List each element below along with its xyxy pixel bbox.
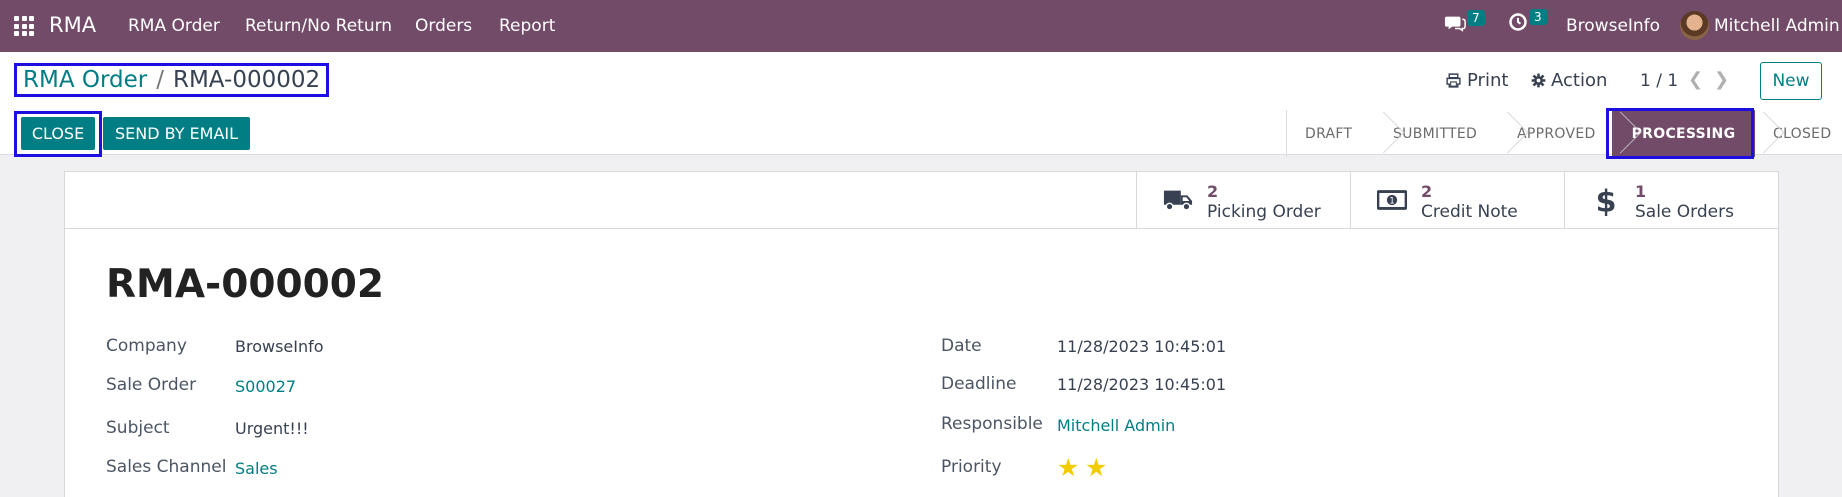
app-name[interactable]: RMA [49,13,96,37]
field-company[interactable]: BrowseInfo [235,337,324,356]
credit-note-label: Credit Note [1421,202,1518,222]
stage-approved[interactable]: APPROVED [1499,110,1612,157]
field-deadline[interactable]: 11/28/2023 10:45:01 [1057,375,1226,394]
close-button[interactable]: CLOSE [21,117,95,150]
apps-grid-icon[interactable] [14,16,34,36]
top-navbar: RMA RMA Order Return/No Return Orders Re… [0,0,1842,52]
field-label-responsible: Responsible [941,414,1043,434]
svg-text:$: $ [1596,184,1617,216]
menu-return-no-return[interactable]: Return/No Return [245,16,392,36]
messages-button[interactable]: 7 [1444,10,1485,34]
menu-orders[interactable]: Orders [415,16,472,36]
menu-report[interactable]: Report [499,16,555,36]
clock-icon [1509,13,1527,31]
sale-orders-count: 1 [1635,182,1647,201]
smart-button-box: 2 Picking Order 1 2 Credit Note $ 1 Sale… [65,172,1778,229]
new-button[interactable]: New [1760,62,1822,100]
action-button[interactable]: Action [1531,70,1607,91]
svg-text:1: 1 [1389,195,1394,205]
company-switcher[interactable]: BrowseInfo [1566,16,1660,36]
sale-orders-label: Sale Orders [1635,202,1734,222]
breadcrumb: RMA Order / RMA-000002 [14,63,330,97]
field-label-subject: Subject [106,418,170,438]
control-panel: RMA Order / RMA-000002 Print Action 1 / … [0,52,1842,159]
form-sheet: 2 Picking Order 1 2 Credit Note $ 1 Sale… [64,171,1779,497]
picking-order-count: 2 [1207,182,1219,201]
record-title: RMA-000002 [106,262,385,307]
field-sales-channel[interactable]: Sales [235,459,278,478]
field-sale-order[interactable]: S00027 [235,377,296,396]
chevron-right-icon[interactable]: ❯ [1714,69,1729,90]
money-icon: 1 [1377,190,1407,210]
breadcrumb-parent[interactable]: RMA Order [23,67,147,93]
print-button[interactable]: Print [1445,70,1508,91]
field-label-sales-channel: Sales Channel [106,457,227,477]
field-label-company: Company [106,336,187,356]
stage-draft[interactable]: DRAFT [1287,110,1375,157]
priority-star-icon[interactable]: ★ [1085,453,1107,482]
field-subject[interactable]: Urgent!!! [235,419,309,438]
activities-badge: 3 [1529,9,1547,25]
chevron-left-icon[interactable]: ❮ [1688,69,1703,90]
stage-closed[interactable]: CLOSED [1755,110,1831,157]
print-icon [1446,73,1461,88]
field-label-deadline: Deadline [941,374,1017,394]
chat-icon [1444,16,1466,32]
messages-badge: 7 [1467,10,1485,26]
avatar[interactable] [1680,11,1709,40]
picking-order-button[interactable]: 2 Picking Order [1136,172,1350,228]
dollar-icon: $ [1596,184,1617,216]
breadcrumb-current: RMA-000002 [172,67,321,93]
stage-submitted[interactable]: SUBMITTED [1375,110,1499,157]
sale-orders-button[interactable]: $ 1 Sale Orders [1564,172,1778,228]
field-label-priority: Priority [941,457,1002,477]
status-highlight [1606,108,1754,159]
field-date[interactable]: 11/28/2023 10:45:01 [1057,337,1226,356]
credit-note-button[interactable]: 1 2 Credit Note [1350,172,1564,228]
field-label-sale-order: Sale Order [106,375,197,395]
field-label-date: Date [941,336,982,356]
print-label: Print [1467,70,1509,91]
gear-icon [1531,73,1546,88]
activities-button[interactable]: 3 [1508,9,1547,32]
menu-rma-order[interactable]: RMA Order [128,16,220,36]
field-responsible[interactable]: Mitchell Admin [1057,416,1175,435]
user-menu[interactable]: Mitchell Admin [1714,16,1840,36]
breadcrumb-separator: / [156,67,164,93]
picking-order-label: Picking Order [1207,202,1321,222]
credit-note-count: 2 [1421,182,1433,201]
pager-value[interactable]: 1 / 1 [1640,71,1678,91]
priority-star-icon[interactable]: ★ [1057,453,1079,482]
action-label: Action [1551,70,1608,91]
send-by-email-button[interactable]: SEND BY EMAIL [103,117,250,150]
truck-icon [1163,190,1193,211]
